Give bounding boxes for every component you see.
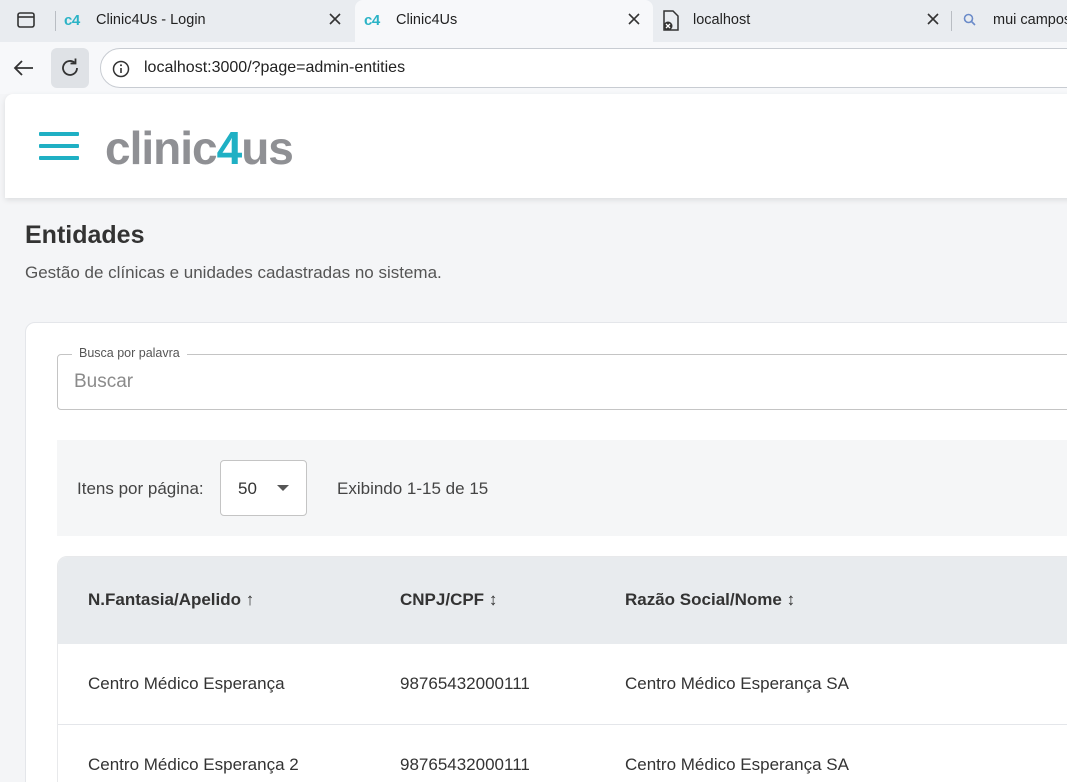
items-per-page-select[interactable]: 50 [220, 460, 307, 516]
tab-clinic4us-login[interactable]: c4 Clinic4Us - Login [55, 0, 353, 42]
sort-icon: ↕ [786, 590, 796, 609]
tab-clinic4us[interactable]: c4 Clinic4Us [355, 0, 653, 42]
page-title: Entidades [25, 221, 145, 249]
app-logo: clinic4us [105, 122, 294, 174]
menu-hamburger-icon[interactable] [39, 132, 79, 160]
items-per-page-label: Itens por página: [77, 479, 204, 498]
error-page-icon [663, 10, 679, 31]
reload-icon [62, 58, 78, 76]
pagination-bar: Itens por página: 50 Exibindo 1-15 de 15 [57, 440, 1067, 536]
reload-button[interactable] [51, 48, 89, 88]
browser-toolbar: localhost:3000/?page=admin-entities [0, 42, 1067, 94]
cell-razao-social: Centro Médico Esperança SA [625, 755, 849, 774]
tab-close-icon[interactable] [624, 9, 644, 29]
back-arrow-icon[interactable] [6, 50, 42, 86]
column-header-nome-fantasia[interactable]: N.Fantasia/Apelido ↑ [88, 590, 254, 610]
tab-title: Clinic4Us [396, 12, 458, 28]
sort-ascending-icon: ↑ [245, 590, 255, 609]
tab-close-icon[interactable] [325, 9, 345, 29]
cell-cnpj-cpf: 98765432000111 [400, 674, 530, 693]
pagination-range: Exibindo 1-15 de 15 [337, 479, 489, 498]
site-info-icon[interactable] [111, 59, 131, 79]
tab-actions-icon[interactable] [16, 10, 36, 30]
entities-table: N.Fantasia/Apelido ↑ CNPJ/CPF ↕ Razão So… [57, 556, 1067, 782]
cell-nome-fantasia: Centro Médico Esperança [88, 674, 285, 693]
search-input[interactable] [74, 369, 974, 395]
table-header: N.Fantasia/Apelido ↑ CNPJ/CPF ↕ Razão So… [58, 557, 1067, 644]
cell-cnpj-cpf: 98765432000111 [400, 755, 530, 774]
tab-mui-campos[interactable]: mui campos [952, 0, 1067, 42]
column-header-razao-social[interactable]: Razão Social/Nome ↕ [625, 590, 795, 610]
search-icon [963, 13, 976, 26]
table-row[interactable]: Centro Médico Esperança 98765432000111 C… [58, 644, 1067, 725]
search-field: Busca por palavra [57, 346, 1067, 410]
items-per-page-value: 50 [238, 479, 257, 498]
tab-favicon-c4-icon: c4 [64, 12, 80, 29]
table-row[interactable]: Centro Médico Esperança 2 98765432000111… [58, 725, 1067, 782]
tab-localhost[interactable]: localhost [655, 0, 951, 42]
browser-tab-strip: c4 Clinic4Us - Login c4 Clinic4Us localh… [0, 0, 1067, 42]
tab-title: Clinic4Us - Login [96, 12, 206, 28]
cell-nome-fantasia: Centro Médico Esperança 2 [88, 755, 299, 774]
app-header: clinic4us [5, 94, 1067, 198]
tab-favicon-c4-icon: c4 [364, 12, 380, 29]
tab-title: mui campos [993, 12, 1067, 28]
page-subtitle: Gestão de clínicas e unidades cadastrada… [25, 263, 442, 282]
search-label: Busca por palavra [72, 346, 187, 360]
sort-icon: ↕ [488, 590, 498, 609]
url-text: localhost:3000/?page=admin-entities [144, 59, 406, 76]
tab-close-icon[interactable] [923, 9, 943, 29]
dropdown-arrow-icon [277, 485, 289, 491]
address-bar[interactable]: localhost:3000/?page=admin-entities [100, 48, 1067, 88]
column-header-cnpj-cpf[interactable]: CNPJ/CPF ↕ [400, 590, 497, 610]
entities-card: Busca por palavra Itens por página: 50 E… [25, 322, 1067, 782]
tab-title: localhost [693, 12, 751, 28]
cell-razao-social: Centro Médico Esperança SA [625, 674, 849, 693]
